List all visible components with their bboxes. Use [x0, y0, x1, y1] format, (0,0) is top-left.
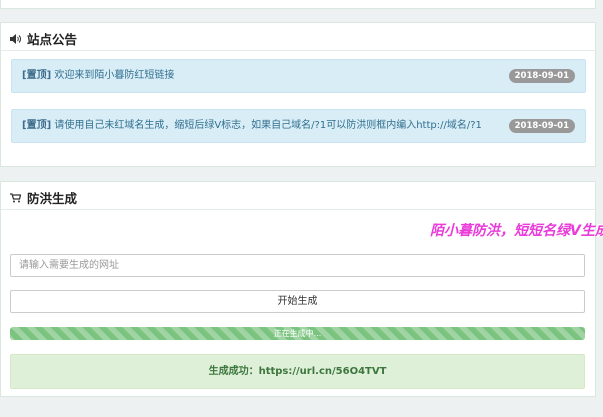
cart-icon	[10, 193, 22, 206]
speaker-icon	[10, 34, 22, 47]
progress-fill: 正在生成中...	[10, 327, 585, 340]
marquee-text: 陌小暮防洪，短短名绿V生成	[430, 223, 603, 239]
pinned-tag: [置顶]	[22, 120, 52, 131]
notice-text: 欢迎来到陌小暮防红短链接	[51, 70, 175, 81]
generator-panel-header: 防洪生成	[1, 182, 595, 210]
generator-title: 防洪生成	[27, 191, 78, 206]
notice-panel: 站点公告 [置顶] 欢迎来到陌小暮防红短链接 2018-09-01 [置顶] 请…	[0, 22, 596, 167]
pinned-tag: [置顶]	[22, 70, 52, 81]
progress-bar: 正在生成中...	[10, 327, 585, 340]
notice-title: 站点公告	[27, 32, 78, 47]
notice-item: [置顶] 请使用自己未红域名生成，缩短后绿V标志，如果自己域名/?1可以防洪则框…	[11, 109, 586, 143]
url-input[interactable]	[10, 254, 585, 277]
notice-text: 请使用自己未红域名生成，缩短后绿V标志，如果自己域名/?1可以防洪则框内编入ht…	[51, 120, 482, 131]
notice-item: [置顶] 欢迎来到陌小暮防红短链接 2018-09-01	[11, 59, 586, 93]
notice-panel-header: 站点公告	[1, 23, 595, 51]
start-generate-button[interactable]: 开始生成	[10, 290, 585, 313]
top-panel-edge	[0, 0, 596, 9]
result-alert: 生成成功：https://url.cn/56O4TVT	[10, 354, 585, 389]
date-badge: 2018-09-01	[508, 119, 575, 133]
date-badge: 2018-09-01	[508, 69, 575, 83]
